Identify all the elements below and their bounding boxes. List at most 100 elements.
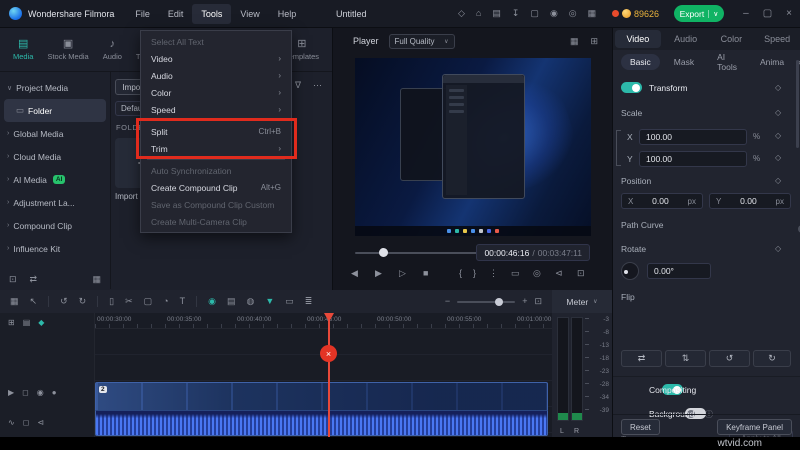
playhead-split-cursor[interactable]: × [320,345,337,362]
fullscreen-icon[interactable]: ⊡ [577,269,585,278]
grid-view-icon[interactable]: ▦ [92,275,101,284]
menu-item-auto-synchronization[interactable]: Auto Synchronization [141,162,291,179]
position-y-input[interactable]: Y 0.00 px [709,193,791,209]
playhead-line[interactable] [328,313,330,437]
screen-icon[interactable]: ▭ [285,297,294,306]
zoom-out-icon[interactable]: − [445,297,450,306]
layout-icon[interactable]: ▦ [588,9,597,18]
menu-help[interactable]: Help [269,4,306,24]
export-caret-icon[interactable]: ∨ [708,10,718,18]
menu-item-speed[interactable]: Speed › [141,101,291,118]
next-frame-icon[interactable]: ▷ [399,269,406,278]
tab-stock-media[interactable]: ▣ Stock Media [40,39,95,61]
speed-tool-icon[interactable]: ◔ [163,297,168,306]
volume-icon[interactable]: ⊲ [555,269,563,278]
keyboard-icon[interactable]: ▤ [492,9,501,18]
add-track-icon[interactable]: ⊞ [8,319,15,327]
more-controls-icon[interactable]: ⋮ [489,269,498,278]
transform-toggle[interactable] [621,82,642,93]
redo-icon[interactable]: ↻ [79,297,87,306]
menu-item-create-compound-clip[interactable]: Create Compound Clip Alt+G [141,179,291,196]
scale-keyframe-icon[interactable]: ◇ [775,108,781,117]
position-keyframe-icon[interactable]: ◇ [775,176,781,185]
tab-video[interactable]: Video [615,30,661,48]
undo-icon[interactable]: ↺ [60,297,68,306]
menu-item-color[interactable]: Color › [141,84,291,101]
position-x-input[interactable]: X 0.00 px [621,193,703,209]
scale-x-keyframe-icon[interactable]: ◇ [775,131,781,140]
maximize-icon[interactable]: ▢ [763,9,772,19]
add-marker-icon[interactable]: ▼ [265,297,274,306]
record-voiceover-icon[interactable]: ◉ [208,297,216,306]
export-frame-icon[interactable]: ▤ [227,297,236,306]
video-clip[interactable]: 2 [95,382,548,410]
download-icon[interactable]: ↧ [512,9,520,18]
subtab-basic[interactable]: Basic [621,54,660,70]
sidebar-item-influence-kit[interactable]: › Influence Kit [0,237,110,260]
sidebar-item-global-media[interactable]: › Global Media [0,122,110,145]
play-icon[interactable]: ▶ [375,269,382,278]
transform-keyframe-icon[interactable]: ◇ [775,83,781,92]
keyframe-track-icon[interactable]: ◆ [38,319,44,327]
tab-color[interactable]: Color [709,30,755,48]
tab-audio[interactable]: Audio [663,30,709,48]
link-xy-icon[interactable] [616,130,621,166]
display-mode-icon[interactable]: ▭ [511,269,520,278]
tab-audio[interactable]: ♪ Audio [96,39,129,61]
plugin-icon[interactable]: ⌂ [476,9,481,18]
lock-icon[interactable]: ◻ [23,419,30,427]
zoom-slider[interactable] [457,301,515,303]
export-button[interactable]: Export ∨ [674,5,724,22]
mark-out-icon[interactable]: } [473,269,476,278]
zoom-knob[interactable] [495,298,503,306]
coin-balance[interactable]: 89626 [612,9,659,19]
menu-item-split[interactable]: Split Ctrl+B [141,123,291,140]
eye-icon[interactable]: ◉ [37,389,44,397]
beat-detect-icon[interactable]: ◇ [458,9,465,18]
mark-in-icon[interactable]: { [459,269,462,278]
keyframe-panel-button[interactable]: Keyframe Panel [717,419,792,435]
menu-item-select-all-text[interactable]: Select All Text [141,33,291,50]
menu-item-save-as-compound-clip[interactable]: Save as Compound Clip Custom [141,196,291,213]
lock-icon[interactable]: ◻ [22,389,29,397]
mixer-icon[interactable]: ≣ [305,297,313,306]
scale-x-input[interactable]: 100.00 [639,129,747,145]
rotate-dial[interactable] [621,262,639,280]
fit-timeline-icon[interactable]: ⊡ [534,297,542,306]
flip-vertical-button[interactable]: ⇅ [665,350,706,367]
notification-icon[interactable]: ◎ [569,9,577,18]
split-tool-icon[interactable]: ✂ [125,297,133,306]
text-tool-icon[interactable]: T [180,297,186,306]
audio-clip[interactable] [95,410,548,436]
sidebar-item-adjustment-layer[interactable]: › Adjustment La... [0,191,110,214]
sidebar-item-project-media[interactable]: ∨ Project Media [0,76,110,99]
crop-tool-icon[interactable]: ▢ [144,297,153,306]
rotate-cw-button[interactable]: ↻ [753,350,791,367]
rotate-ccw-button[interactable]: ↺ [709,350,750,367]
sidebar-item-ai-media[interactable]: › AI Media AI [0,168,110,191]
delete-icon[interactable]: ▯ [109,297,114,306]
swap-view-icon[interactable]: ⇄ [30,275,38,284]
menu-file[interactable]: File [126,4,159,24]
reset-button[interactable]: Reset [621,419,660,435]
menu-item-audio[interactable]: Audio › [141,67,291,84]
pointer-tool-icon[interactable]: ↖ [30,297,38,306]
track-layout-icon[interactable]: ▦ [10,297,19,306]
split-view-icon[interactable]: ▦ [570,37,579,46]
timeline-ruler[interactable]: 00:00:30:00 00:00:35:00 00:00:40:00 00:0… [95,313,552,329]
sidebar-item-cloud-media[interactable]: › Cloud Media [0,145,110,168]
playback-scrubber[interactable] [355,252,477,254]
filter-icon[interactable]: ∇ [295,81,301,90]
stop-icon[interactable]: ■ [423,269,428,278]
minimize-icon[interactable]: – [743,9,749,19]
track-manager-icon[interactable]: ▤ [23,319,31,327]
screen-record-icon[interactable]: ▢ [530,9,539,18]
video-preview[interactable] [355,58,591,236]
subtab-animation[interactable]: Anima [751,54,793,70]
user-icon[interactable]: ◉ [550,9,558,18]
properties-scrollbar[interactable] [796,60,799,148]
tab-media[interactable]: ▤ Media [6,39,40,61]
scrubber-handle[interactable] [379,248,388,257]
detach-player-icon[interactable]: ⊞ [590,37,598,46]
mute-icon[interactable]: ● [52,389,57,397]
